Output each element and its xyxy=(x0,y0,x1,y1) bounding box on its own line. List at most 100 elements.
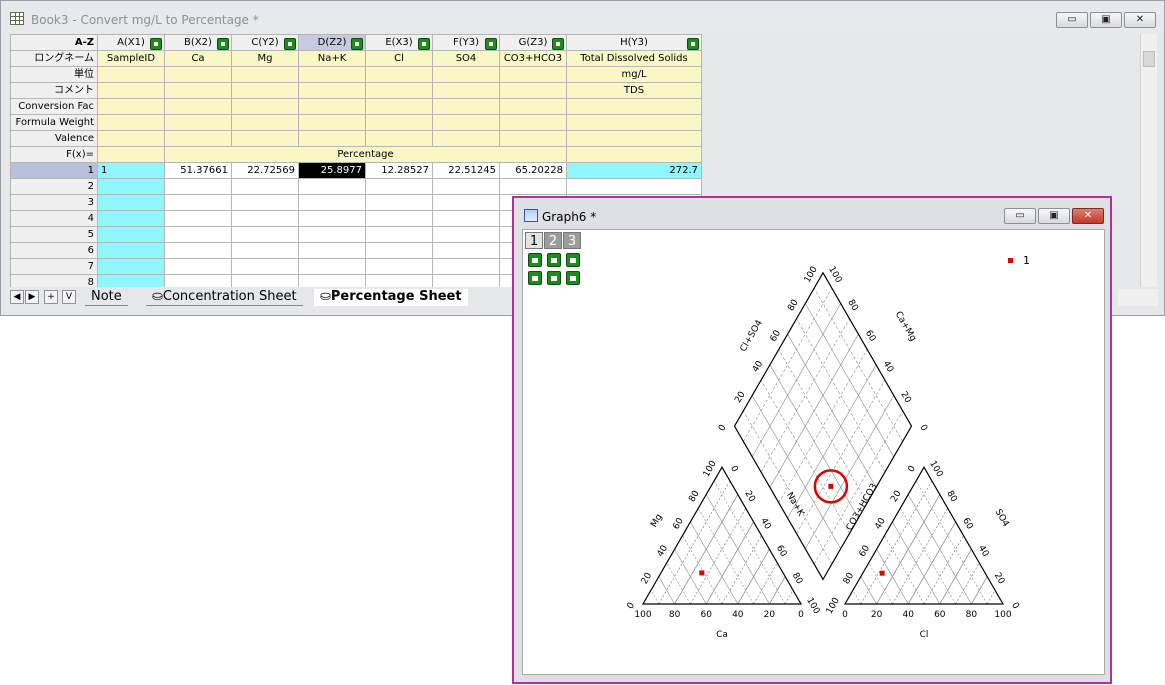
meta-cell-unit[interactable]: mg/L xyxy=(566,66,702,83)
table-cell[interactable] xyxy=(432,178,500,195)
table-cell[interactable] xyxy=(97,194,165,211)
table-cell[interactable] xyxy=(365,226,433,243)
meta-cell-valence[interactable] xyxy=(566,130,702,147)
graph-close-button[interactable]: ✕ xyxy=(1072,208,1104,224)
column-header[interactable]: H(Y3) xyxy=(566,34,702,51)
table-cell[interactable] xyxy=(231,194,299,211)
meta-cell-unit[interactable] xyxy=(499,66,567,83)
table-cell[interactable]: 22.51245 xyxy=(432,162,500,179)
meta-cell-unit[interactable] xyxy=(164,66,232,83)
table-cell[interactable]: 25.8977 xyxy=(298,162,366,179)
meta-cell-comment[interactable] xyxy=(97,82,165,99)
meta-cell-conversion[interactable] xyxy=(231,98,299,115)
meta-cell-comment[interactable]: TDS xyxy=(566,82,702,99)
meta-cell-formula-weight[interactable] xyxy=(97,114,165,131)
column-header[interactable]: C(Y2) xyxy=(231,34,299,51)
fx-cell[interactable]: Percentage xyxy=(164,146,567,163)
tab-nav-prev-button[interactable]: ◀ xyxy=(10,290,24,304)
row-number[interactable]: 7 xyxy=(10,258,98,275)
column-lock-icon[interactable] xyxy=(687,38,699,50)
table-cell[interactable] xyxy=(365,258,433,275)
row-number[interactable]: 1 xyxy=(10,162,98,179)
meta-cell-longname[interactable]: SampleID xyxy=(97,50,165,67)
meta-cell-conversion[interactable] xyxy=(432,98,500,115)
meta-cell-longname[interactable]: SO4 xyxy=(432,50,500,67)
table-cell[interactable] xyxy=(231,226,299,243)
table-cell[interactable] xyxy=(365,274,433,287)
column-header[interactable]: F(Y3) xyxy=(432,34,500,51)
table-cell[interactable] xyxy=(432,274,500,287)
meta-cell-conversion[interactable] xyxy=(566,98,702,115)
table-cell[interactable] xyxy=(164,178,232,195)
meta-cell-formula-weight[interactable] xyxy=(499,114,567,131)
table-cell[interactable] xyxy=(365,242,433,259)
tab-nav-next-button[interactable]: ▶ xyxy=(25,290,39,304)
meta-cell-formula-weight[interactable] xyxy=(164,114,232,131)
meta-cell-formula-weight[interactable] xyxy=(365,114,433,131)
column-lock-icon[interactable] xyxy=(485,38,497,50)
meta-cell-conversion[interactable] xyxy=(97,98,165,115)
meta-cell-conversion[interactable] xyxy=(499,98,567,115)
worksheet-horizontal-scrollbar[interactable] xyxy=(1118,289,1158,306)
tab-concentration-sheet[interactable]: ⛀Concentration Sheet xyxy=(146,289,303,306)
meta-cell-unit[interactable] xyxy=(298,66,366,83)
table-cell[interactable] xyxy=(365,178,433,195)
graph-restore-button[interactable]: ▣ xyxy=(1038,208,1070,224)
meta-cell-valence[interactable] xyxy=(365,130,433,147)
meta-cell-comment[interactable] xyxy=(432,82,500,99)
table-cell[interactable] xyxy=(164,210,232,227)
table-cell[interactable] xyxy=(97,178,165,195)
column-lock-icon[interactable] xyxy=(418,38,430,50)
worksheet-vertical-scrollbar[interactable] xyxy=(1140,34,1157,287)
table-cell[interactable] xyxy=(231,258,299,275)
table-cell[interactable]: 12.28527 xyxy=(365,162,433,179)
table-cell[interactable] xyxy=(97,210,165,227)
table-cell[interactable] xyxy=(231,274,299,287)
table-cell[interactable] xyxy=(499,178,567,195)
column-header[interactable]: A(X1) xyxy=(97,34,165,51)
meta-cell-longname[interactable]: Ca xyxy=(164,50,232,67)
workbook-restore-button[interactable]: ▣ xyxy=(1090,12,1122,28)
table-cell[interactable] xyxy=(231,178,299,195)
add-sheet-button[interactable]: + xyxy=(44,290,58,304)
table-cell[interactable] xyxy=(298,210,366,227)
meta-cell-valence[interactable] xyxy=(97,130,165,147)
workbook-titlebar[interactable]: Book3 - Convert mg/L to Percentage * ▭ ▣… xyxy=(1,1,1164,33)
row-number[interactable]: 5 xyxy=(10,226,98,243)
table-cell[interactable]: 272.7 xyxy=(566,162,702,179)
row-number[interactable]: 2 xyxy=(10,178,98,195)
meta-cell-valence[interactable] xyxy=(298,130,366,147)
table-cell[interactable] xyxy=(432,226,500,243)
meta-cell-formula-weight[interactable] xyxy=(566,114,702,131)
meta-cell-unit[interactable] xyxy=(231,66,299,83)
row-number[interactable]: 6 xyxy=(10,242,98,259)
column-lock-icon[interactable] xyxy=(217,38,229,50)
table-cell[interactable] xyxy=(365,194,433,211)
table-cell[interactable] xyxy=(432,242,500,259)
column-lock-icon[interactable] xyxy=(552,38,564,50)
meta-cell-comment[interactable] xyxy=(231,82,299,99)
table-cell[interactable]: 65.20228 xyxy=(499,162,567,179)
row-number[interactable]: 4 xyxy=(10,210,98,227)
sheet-list-button[interactable]: V xyxy=(62,290,76,304)
sheet-corner-button[interactable]: A-Z xyxy=(10,34,98,51)
table-cell[interactable] xyxy=(432,194,500,211)
table-cell[interactable] xyxy=(97,274,165,287)
meta-cell-valence[interactable] xyxy=(499,130,567,147)
column-header[interactable]: G(Z3) xyxy=(499,34,567,51)
meta-cell-unit[interactable] xyxy=(432,66,500,83)
column-header[interactable]: E(X3) xyxy=(365,34,433,51)
meta-cell-longname[interactable]: CO3+HCO3 xyxy=(499,50,567,67)
column-lock-icon[interactable] xyxy=(351,38,363,50)
meta-cell-comment[interactable] xyxy=(499,82,567,99)
table-cell[interactable] xyxy=(298,178,366,195)
table-cell[interactable] xyxy=(164,194,232,211)
column-lock-icon[interactable] xyxy=(284,38,296,50)
row-number[interactable]: 3 xyxy=(10,194,98,211)
tab-note[interactable]: Note xyxy=(85,289,128,306)
meta-cell-valence[interactable] xyxy=(164,130,232,147)
column-header[interactable]: B(X2) xyxy=(164,34,232,51)
table-cell[interactable] xyxy=(97,242,165,259)
meta-cell-longname[interactable]: Cl xyxy=(365,50,433,67)
table-cell[interactable]: 22.72569 xyxy=(231,162,299,179)
